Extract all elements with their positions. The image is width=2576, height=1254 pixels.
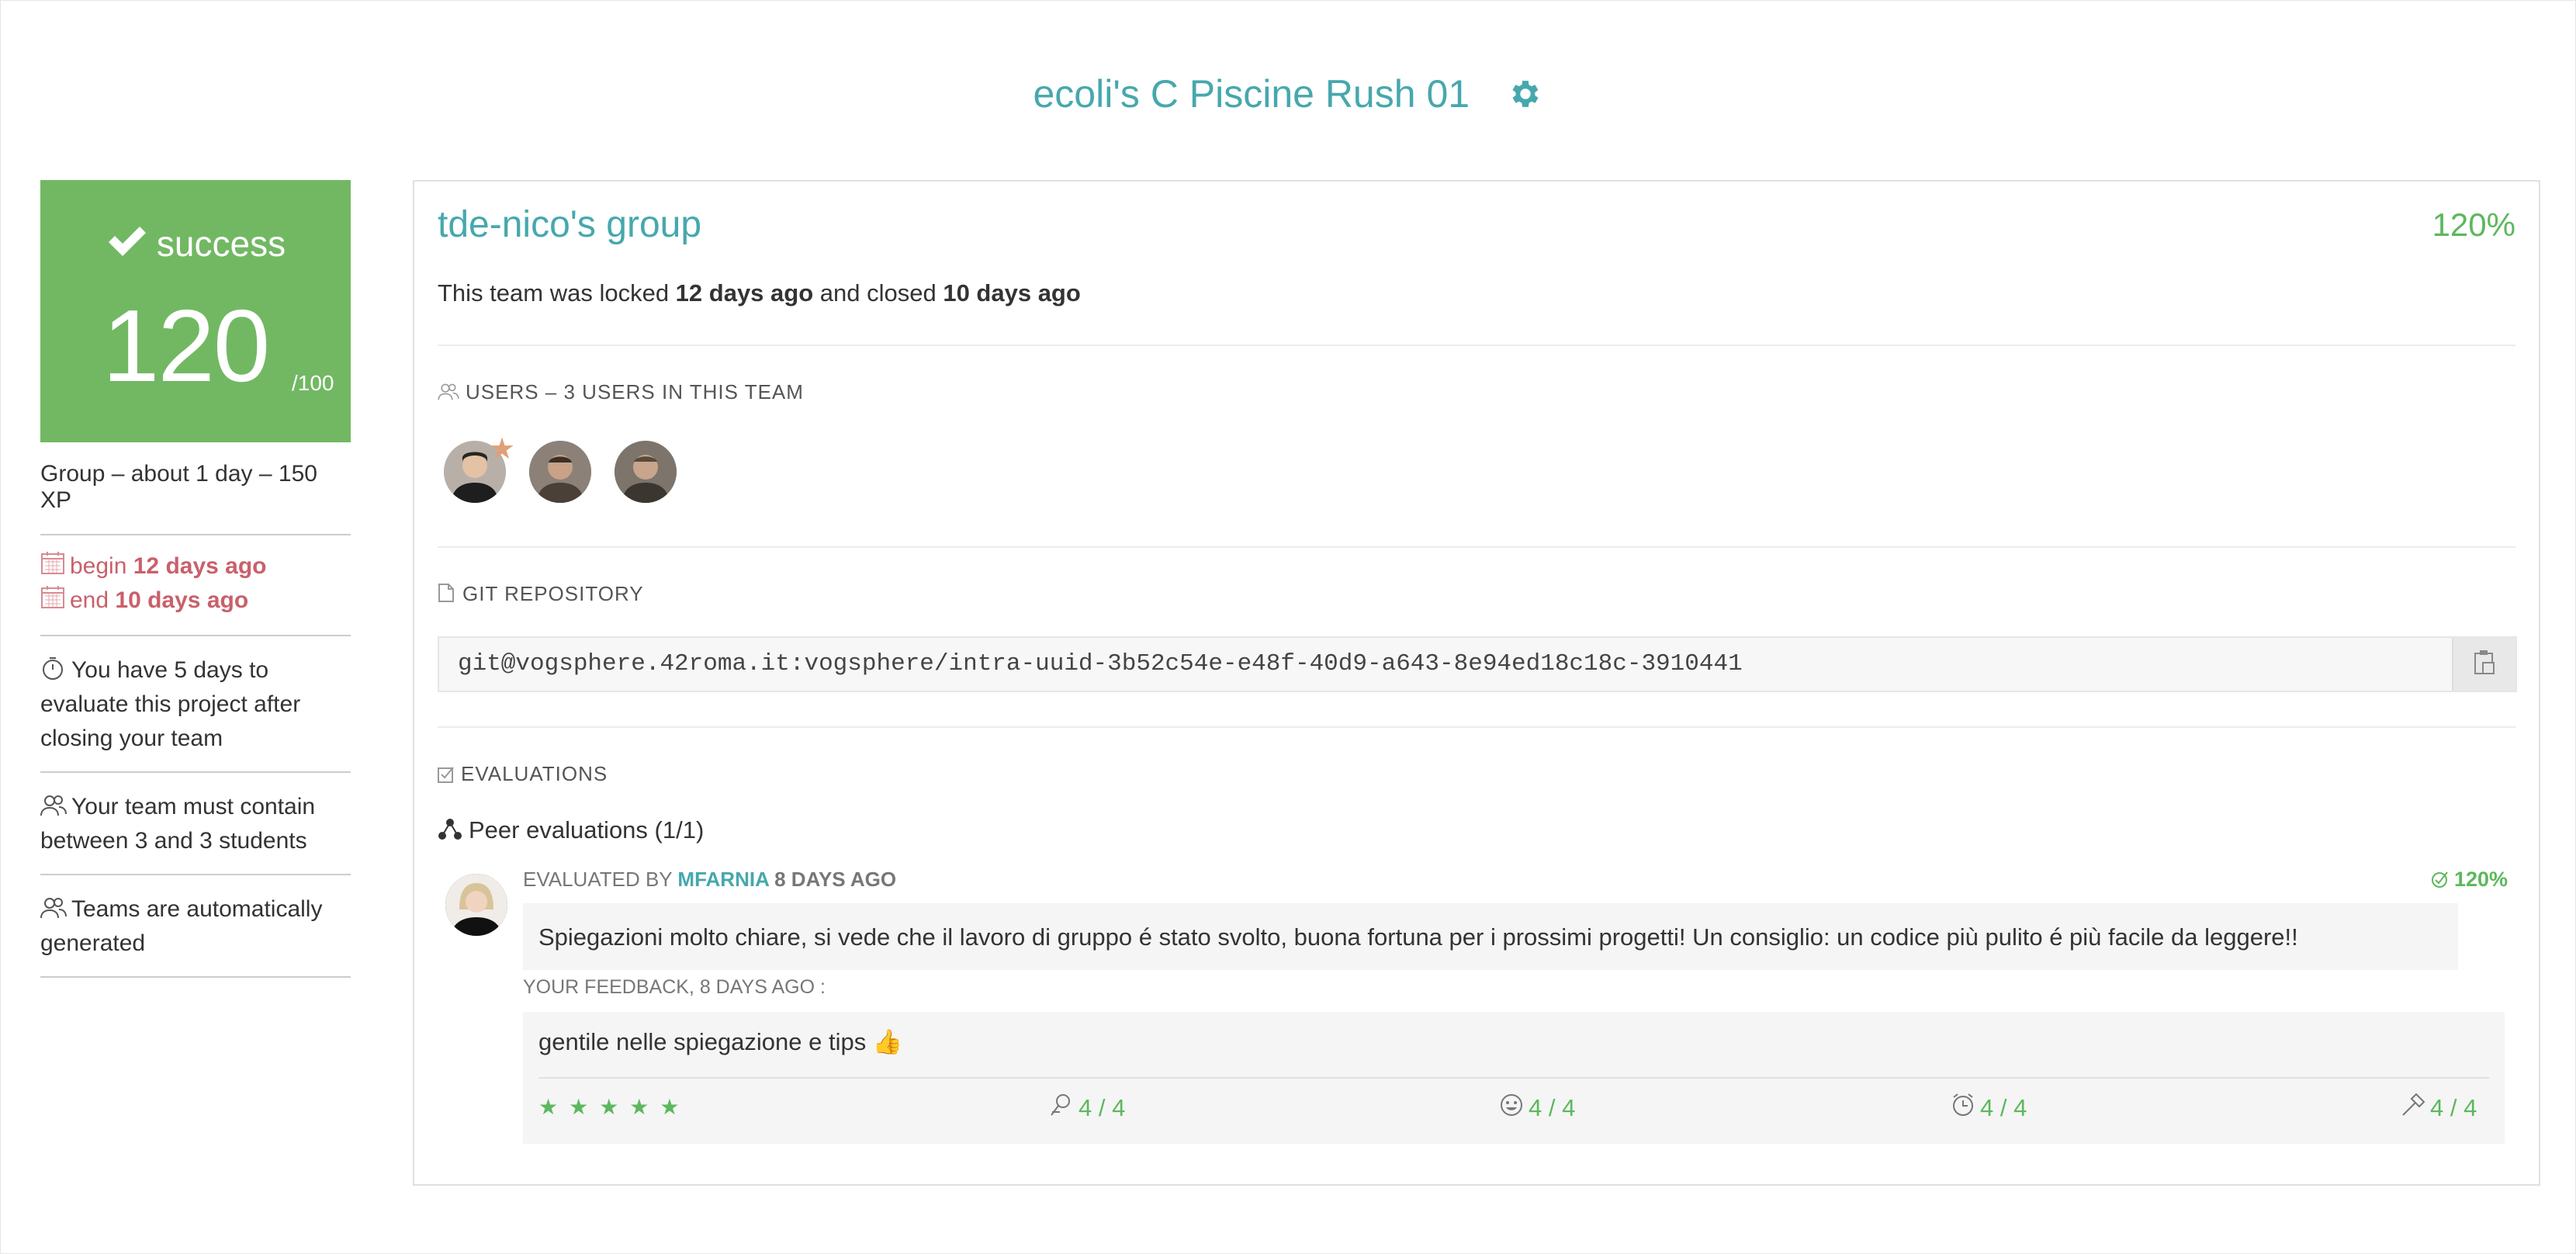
checkmark-icon [108, 227, 146, 256]
evaluator-login[interactable]: MFARNIA [677, 868, 768, 891]
interest-icon [1051, 1094, 1070, 1116]
end-date-row: end 10 days ago [40, 584, 351, 618]
git-repo-url[interactable]: git@vogsphere.42roma.it:vogsphere/intra-… [458, 650, 1743, 677]
divider [438, 345, 2515, 346]
divider [538, 1077, 2489, 1079]
checkbox-icon [438, 767, 454, 783]
closed-ago: 10 days ago [943, 279, 1081, 307]
evaluated-by: EVALUATED BY MFARNIA 8 DAYS AGO [523, 868, 896, 892]
git-repo-field[interactable]: git@vogsphere.42roma.it:vogsphere/intra-… [438, 636, 2517, 692]
users-icon [40, 793, 67, 818]
grade-box: success 120 /100 [40, 180, 351, 442]
project-dates: begin 12 days ago end 10 days ago [40, 535, 351, 636]
evaluation-percent: 120% [2431, 868, 2508, 892]
peer-evaluations-title: Peer evaluations (1/1) [438, 816, 704, 844]
begin-label: begin [70, 553, 127, 579]
end-label: end [70, 587, 109, 613]
divider [438, 726, 2515, 728]
feedback-text: gentile nelle spiegazione e tips 👍 [538, 1028, 903, 1055]
team-panel: tde-nico's group 120% This team was lock… [413, 180, 2540, 1186]
begin-value: 12 days ago [133, 553, 267, 579]
rating-nice: 4 / 4 [1499, 1093, 1575, 1122]
calendar-icon [40, 550, 65, 575]
gear-icon[interactable] [1508, 76, 1543, 112]
network-icon [438, 819, 462, 840]
page-header: ecoli's C Piscine Rush 01 [0, 71, 2576, 116]
leader-star-icon: ★ [489, 433, 516, 466]
team-size-note: Your team must contain between 3 and 3 s… [40, 794, 316, 854]
users-icon [40, 895, 67, 920]
grade-status-label: success [156, 223, 286, 264]
auto-team-note: Teams are automatically generated [40, 896, 323, 956]
grade-score: 120 [102, 289, 270, 403]
calendar-icon [40, 584, 65, 609]
feedback-box: gentile nelle spiegazione e tips 👍 ★★★★★… [523, 1012, 2505, 1144]
team-name[interactable]: tde-nico's group [438, 203, 701, 246]
team-size-row: Your team must contain between 3 and 3 s… [40, 773, 351, 875]
users-heading-label: USERS – 3 USERS IN THIS TEAM [466, 380, 804, 404]
rigor-icon [2402, 1093, 2425, 1116]
evaluator-avatar[interactable] [445, 874, 507, 936]
rating-value: 4 / 4 [1079, 1094, 1126, 1121]
nice-icon [1501, 1094, 1522, 1116]
evaluation-percent-value: 120% [2453, 868, 2508, 891]
begin-date-row: begin 12 days ago [40, 549, 351, 584]
evaluated-by-label: EVALUATED BY [523, 868, 678, 891]
grade-status: success [40, 222, 351, 265]
git-heading: GIT REPOSITORY [438, 582, 644, 606]
lock-middle: and closed [813, 279, 943, 307]
evaluate-note-row: You have 5 days to evaluate this project… [40, 636, 351, 773]
team-member-avatar[interactable] [615, 441, 677, 503]
copy-button[interactable] [2452, 638, 2515, 691]
clipboard-icon [2474, 650, 2495, 674]
end-value: 10 days ago [115, 587, 249, 613]
grade-max: /100 [292, 371, 334, 395]
evaluate-note: You have 5 days to evaluate this project… [40, 657, 301, 751]
locked-ago: 12 days ago [675, 279, 814, 307]
project-meta: Group – about 1 day – 150 XP [40, 442, 351, 535]
evaluator-comment-box: Spiegazioni molto chiare, si vede che il… [523, 903, 2458, 970]
rating-punctuality: 4 / 4 [1951, 1093, 2027, 1122]
feedback-label: YOUR FEEDBACK, 8 DAYS AGO : [523, 976, 826, 998]
rating-rigor: 4 / 4 [2401, 1093, 2477, 1122]
team-percent: 120% [2432, 206, 2515, 243]
evaluator-comment: Spiegazioni molto chiare, si vede che il… [538, 923, 2298, 951]
team-lock-status: This team was locked 12 days ago and clo… [438, 279, 1081, 307]
team-member-avatar[interactable] [529, 441, 591, 503]
git-heading-label: GIT REPOSITORY [462, 582, 644, 605]
users-heading: USERS – 3 USERS IN THIS TEAM [438, 380, 804, 404]
rating-value: 4 / 4 [1980, 1094, 2027, 1121]
check-circle-icon [2431, 871, 2448, 888]
project-sidebar: Group – about 1 day – 150 XP begin 12 da… [40, 442, 351, 978]
rating-value: 4 / 4 [1529, 1094, 1576, 1121]
rating-value: 4 / 4 [2430, 1094, 2477, 1121]
users-icon [438, 383, 459, 400]
file-icon [438, 584, 454, 602]
punctuality-icon [1953, 1093, 1973, 1116]
auto-team-row: Teams are automatically generated [40, 875, 351, 978]
lock-prefix: This team was locked [438, 279, 676, 307]
evaluated-ago: 8 DAYS AGO [768, 868, 897, 891]
evaluations-heading: EVALUATIONS [438, 762, 608, 786]
stopwatch-icon [40, 656, 67, 681]
divider [438, 546, 2515, 548]
star-rating: ★★★★★ [538, 1095, 691, 1119]
evaluations-heading-label: EVALUATIONS [461, 762, 608, 785]
rating-interest: 4 / 4 [1049, 1093, 1125, 1122]
peer-evaluations-label: Peer evaluations (1/1) [469, 816, 705, 844]
page-title: ecoli's C Piscine Rush 01 [1033, 72, 1470, 116]
